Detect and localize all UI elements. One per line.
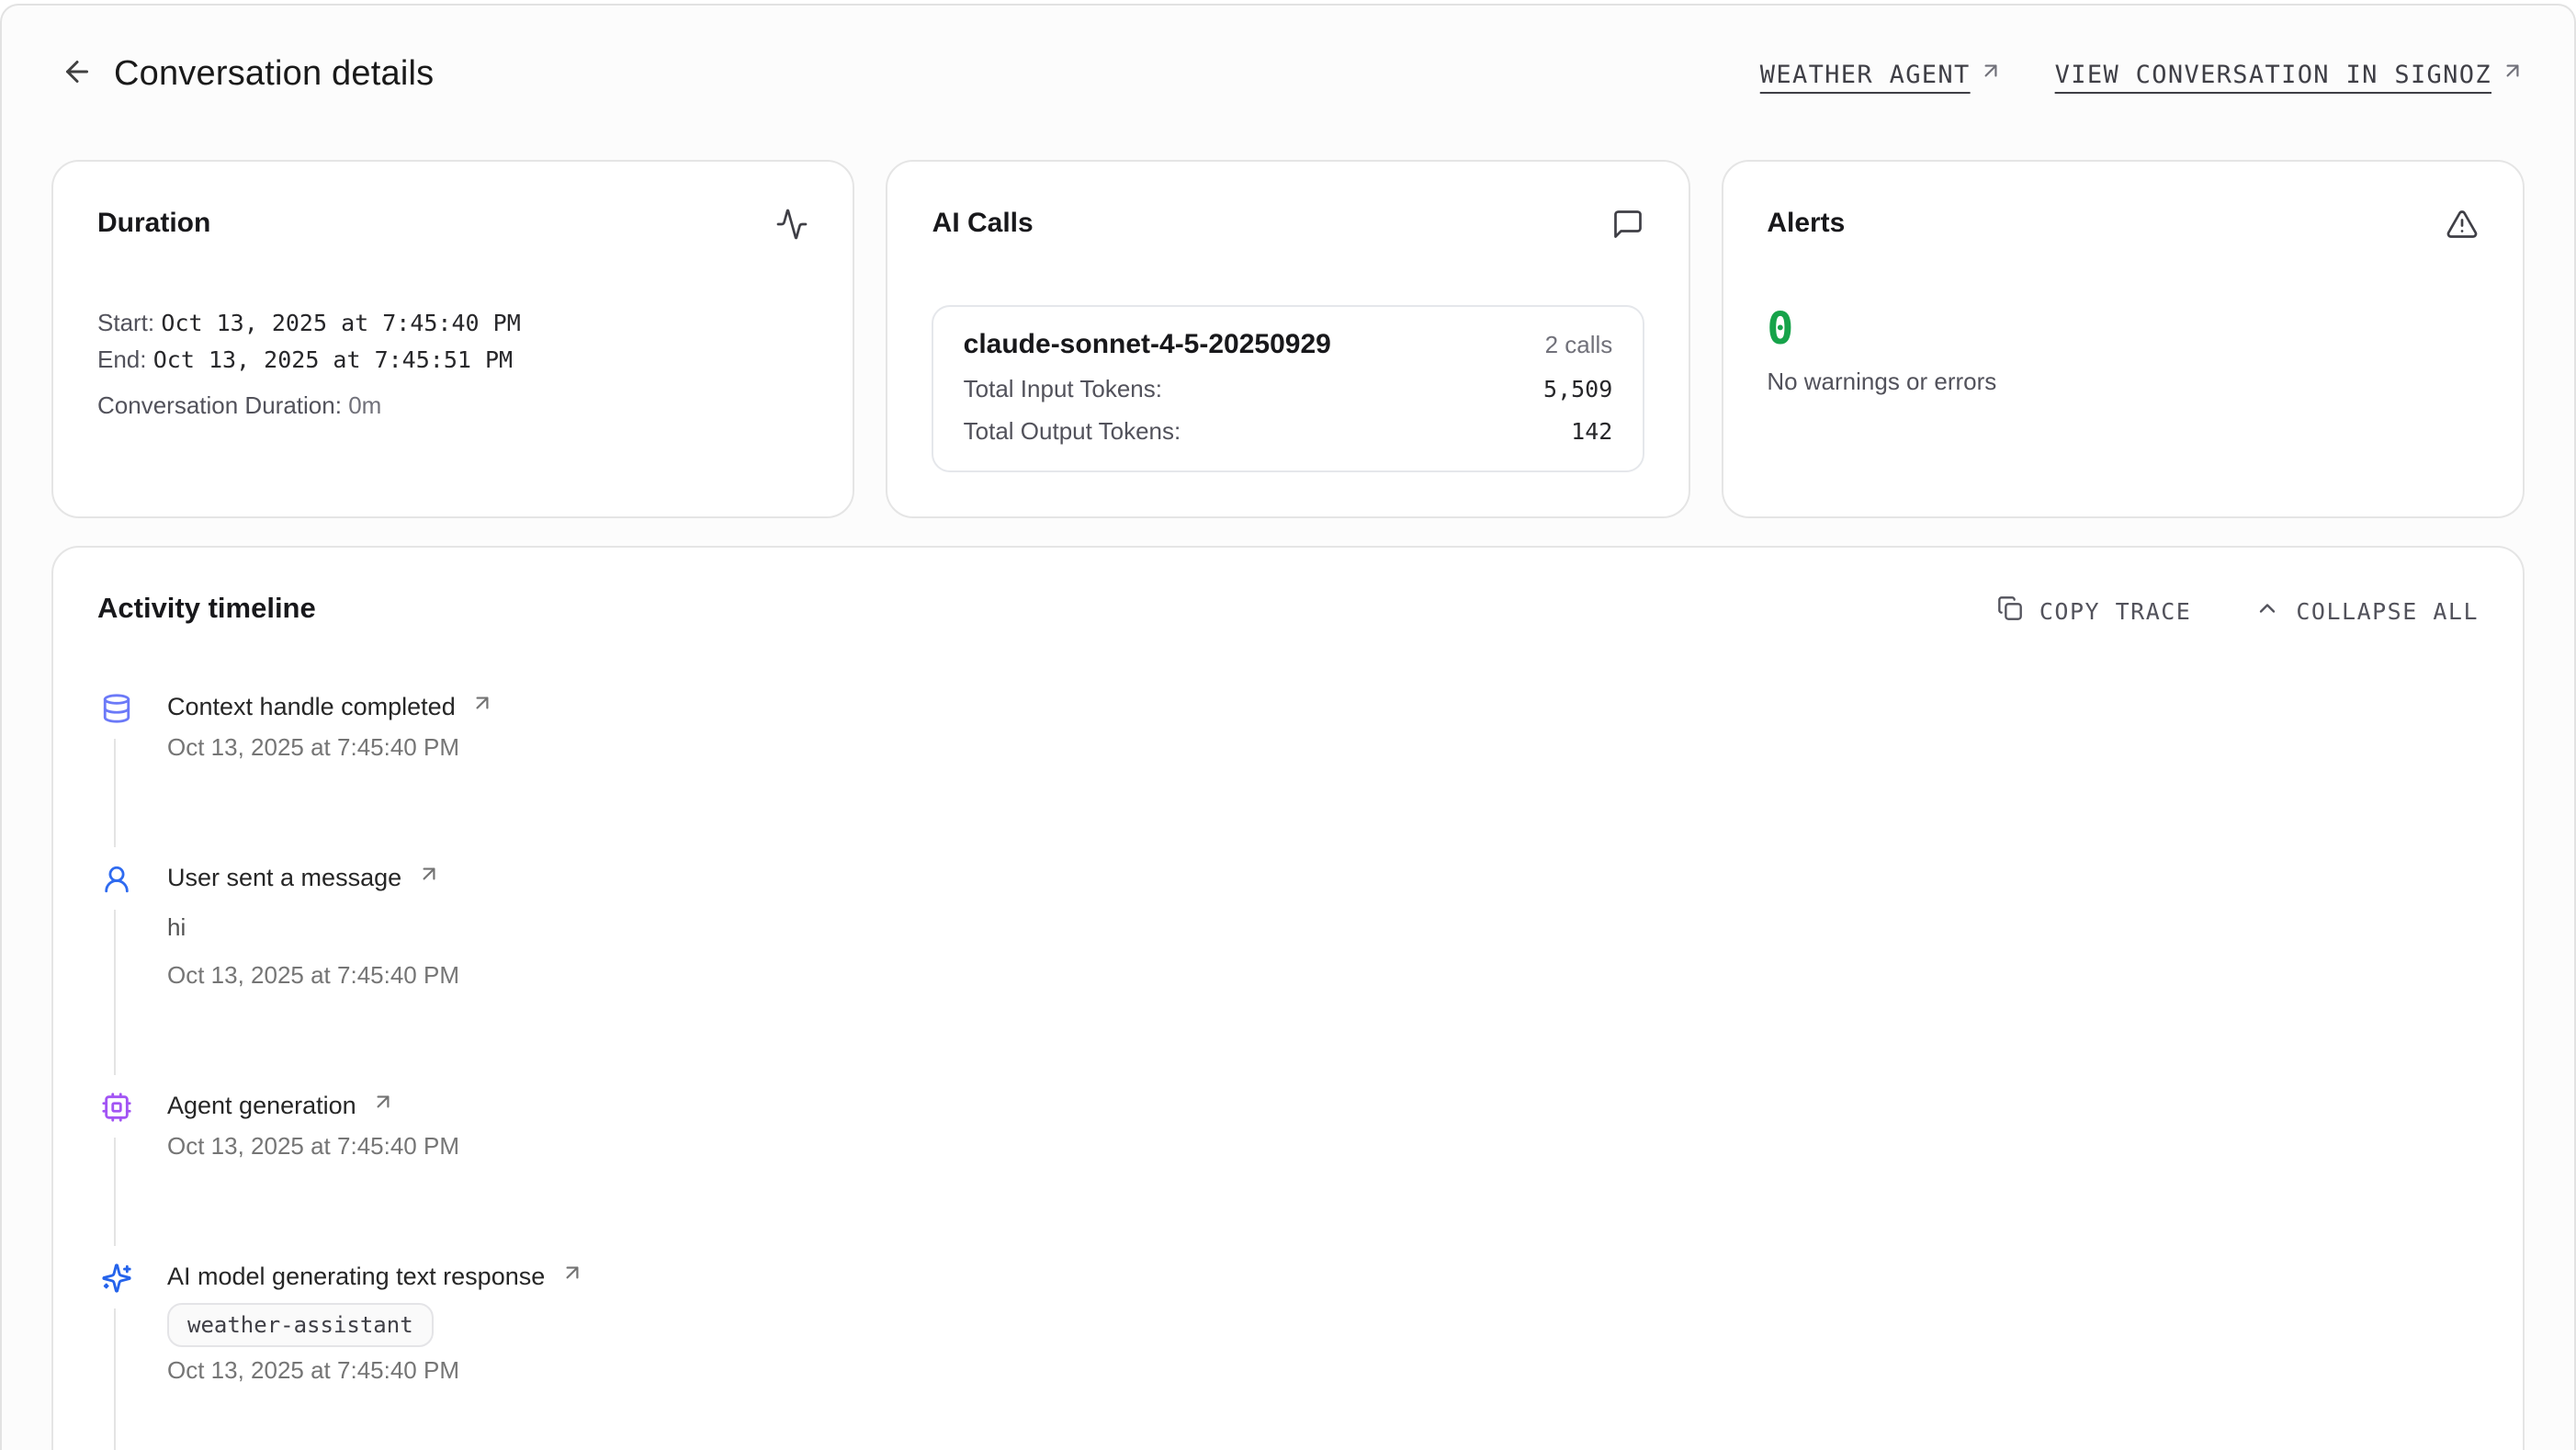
weather-agent-link[interactable]: WEATHER AGENT <box>1760 59 2004 92</box>
back-button[interactable] <box>51 50 103 101</box>
input-tokens-value: 5,509 <box>1543 373 1612 406</box>
model-usage-box: claude-sonnet-4-5-20250929 2 calls Total… <box>932 305 1644 472</box>
database-icon <box>99 676 132 739</box>
output-tokens-row: Total Output Tokens: 142 <box>964 415 1613 448</box>
triangle-alert-icon <box>2446 208 2479 250</box>
timeline-event-timestamp: Oct 13, 2025 at 7:45:40 PM <box>167 1354 583 1388</box>
arrow-up-right-icon <box>470 691 494 724</box>
message-square-icon <box>1610 208 1644 250</box>
timeline-event-title: User sent a message <box>167 860 401 897</box>
timeline-event-badge: weather-assistant <box>167 1303 434 1347</box>
ai-calls-card: AI Calls claude-sonnet-4-5-20250929 2 ca… <box>887 160 1690 518</box>
conversation-duration-value: 0m <box>348 391 381 419</box>
timeline-event-title: Context handle completed <box>167 689 456 726</box>
page-header: Conversation details WEATHER AGENT VIEW … <box>51 39 2525 112</box>
arrow-up-right-icon <box>2501 59 2525 92</box>
end-time-value: Oct 13, 2025 at 7:45:51 PM <box>153 346 513 373</box>
view-conversation-in-signoz-link[interactable]: VIEW CONVERSATION IN SIGNOZ <box>2055 59 2525 92</box>
start-time-value: Oct 13, 2025 at 7:45:40 PM <box>161 309 520 336</box>
arrow-up-right-icon <box>371 1090 395 1123</box>
activity-timeline-title: Activity timeline <box>97 592 316 629</box>
timeline-event: Agent generation Oct 13, 2025 at 7:45:40… <box>99 1088 2479 1259</box>
end-time-row: End: Oct 13, 2025 at 7:45:51 PM <box>97 342 809 377</box>
arrow-left-icon <box>61 54 94 96</box>
duration-card: Duration Start: Oct 13, 2025 at 7:45:40 … <box>51 160 855 518</box>
timeline-event-timestamp: Oct 13, 2025 at 7:45:40 PM <box>167 731 494 765</box>
ai-calls-card-title: AI Calls <box>932 206 1034 243</box>
activity-icon <box>776 208 809 250</box>
model-name: claude-sonnet-4-5-20250929 <box>964 327 1331 364</box>
arrow-up-right-icon <box>559 1261 583 1294</box>
alerts-card-title: Alerts <box>1767 206 1845 243</box>
cpu-icon <box>99 1075 132 1138</box>
alert-message: No warnings or errors <box>1767 366 2479 399</box>
timeline-event-link[interactable]: AI model generating text response <box>167 1259 583 1296</box>
alerts-card: Alerts 0 No warnings or errors <box>1721 160 2525 518</box>
timeline-event-message: hi <box>167 912 459 945</box>
duration-card-title: Duration <box>97 206 210 243</box>
page-title: Conversation details <box>114 55 434 96</box>
timeline-event-title: AI model generating text response <box>167 1259 545 1296</box>
chevron-up-icon <box>2254 595 2279 626</box>
alert-count: 0 <box>1767 305 2479 353</box>
output-tokens-value: 142 <box>1571 415 1612 448</box>
timeline-event-link[interactable]: Agent generation <box>167 1088 459 1125</box>
conversation-duration-row: Conversation Duration: 0m <box>97 388 809 423</box>
model-call-count: 2 calls <box>1545 331 1613 358</box>
timeline-event: AI model generating text response weathe… <box>99 1259 2479 1450</box>
activity-timeline-card: Activity timeline COPY TRACE COLLAPSE AL… <box>51 546 2525 1450</box>
arrow-up-right-icon <box>1980 59 2004 92</box>
timeline-event-title: Agent generation <box>167 1088 356 1125</box>
timeline-event: Context handle completed Oct 13, 2025 at… <box>99 689 2479 860</box>
copy-icon <box>1997 595 2023 626</box>
arrow-up-right-icon <box>416 862 440 895</box>
timeline-event: User sent a message hi Oct 13, 2025 at 7… <box>99 860 2479 1088</box>
copy-trace-button[interactable]: COPY TRACE <box>1997 595 2192 626</box>
stat-cards-row: Duration Start: Oct 13, 2025 at 7:45:40 … <box>51 160 2525 509</box>
collapse-all-button[interactable]: COLLAPSE ALL <box>2254 595 2479 626</box>
conversation-details-page: Conversation details WEATHER AGENT VIEW … <box>0 0 2576 1450</box>
timeline-event-link[interactable]: Context handle completed <box>167 689 494 726</box>
input-tokens-row: Total Input Tokens: 5,509 <box>964 373 1613 406</box>
timeline-event-timestamp: Oct 13, 2025 at 7:45:40 PM <box>167 959 459 992</box>
header-links: WEATHER AGENT VIEW CONVERSATION IN SIGNO… <box>1760 59 2525 92</box>
timeline-event-timestamp: Oct 13, 2025 at 7:45:40 PM <box>167 1130 459 1163</box>
timeline-event-link[interactable]: User sent a message <box>167 860 459 897</box>
timeline-list: Context handle completed Oct 13, 2025 at… <box>97 689 2479 1450</box>
content-frame: Conversation details WEATHER AGENT VIEW … <box>0 4 2576 1450</box>
sparkles-icon <box>99 1246 132 1308</box>
user-icon <box>99 847 132 910</box>
start-time-row: Start: Oct 13, 2025 at 7:45:40 PM <box>97 305 809 340</box>
